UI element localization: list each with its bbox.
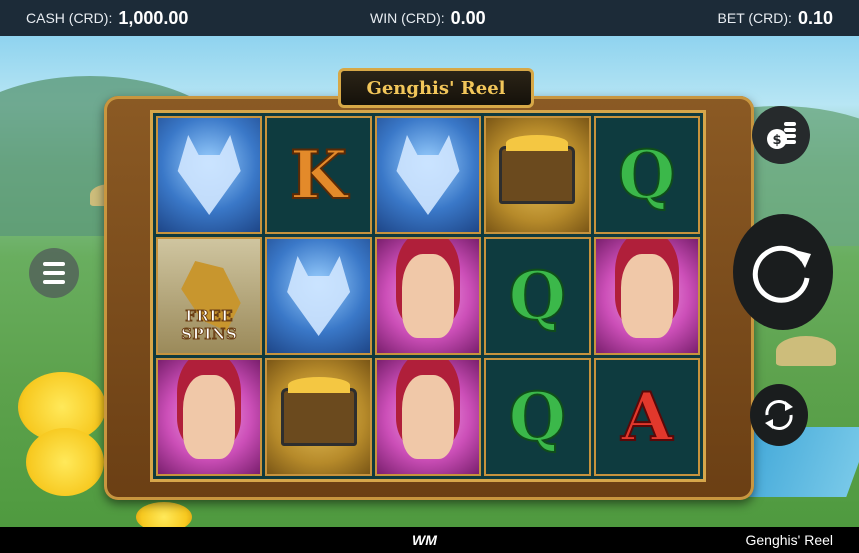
princess-icon — [620, 254, 673, 338]
game-title-plaque: Genghis' Reel — [338, 68, 534, 108]
win-value: 0.00 — [450, 7, 486, 28]
wolf-icon — [287, 256, 351, 336]
symbol-k: K — [265, 116, 372, 234]
wolf-icon — [396, 135, 460, 215]
symbol-q: Q — [484, 237, 591, 355]
autoplay-icon — [765, 400, 793, 430]
spin-button[interactable] — [733, 214, 833, 330]
game-title: Genghis' Reel — [366, 77, 506, 99]
q-letter: Q — [617, 135, 676, 215]
provider-logo: WM — [412, 532, 437, 548]
treasure-chest-icon — [280, 377, 357, 446]
footer-game-name: Genghis' Reel — [745, 532, 834, 548]
princess-icon — [401, 375, 454, 459]
symbol-chest — [265, 358, 372, 476]
bottom-bar: WM Genghis' Reel — [0, 527, 859, 553]
win-label: WIN (CRD): — [370, 10, 445, 26]
q-letter: Q — [508, 256, 567, 336]
symbol-princess — [374, 358, 482, 476]
wolf-icon — [177, 135, 241, 215]
symbol-princess — [156, 358, 263, 476]
coins-icon: $ — [767, 122, 796, 149]
bet-label: BET (CRD): — [717, 10, 792, 26]
free-spins-label: FREE SPINS — [181, 307, 238, 344]
autoplay-button[interactable] — [750, 384, 808, 446]
reel-frame: K Q FREE SPINS Q Q A — [104, 96, 754, 500]
menu-icon — [43, 262, 65, 266]
reel-grid: K Q FREE SPINS Q Q A — [150, 110, 706, 482]
bet-value: 0.10 — [797, 7, 833, 28]
bet-settings-button[interactable]: $ — [752, 106, 810, 164]
symbol-q: Q — [593, 116, 700, 234]
symbol-wolf — [374, 116, 482, 234]
cash-value: 1,000.00 — [118, 7, 189, 28]
cash-label: CASH (CRD): — [26, 10, 113, 26]
yurt — [776, 336, 836, 366]
symbol-q: Q — [484, 358, 591, 476]
symbol-wolf — [156, 116, 263, 234]
symbol-a: A — [593, 358, 700, 476]
symbol-free-spins: FREE SPINS — [156, 237, 263, 355]
symbol-princess — [374, 237, 482, 355]
symbol-chest — [484, 116, 591, 234]
treasure-chest-icon — [499, 135, 576, 204]
symbol-princess — [593, 237, 700, 355]
a-letter: A — [620, 377, 673, 457]
bet-display: BET (CRD): 0.10 — [718, 0, 833, 36]
flower — [136, 502, 192, 527]
princess-icon — [401, 254, 454, 338]
symbol-wolf — [265, 237, 372, 355]
cash-display: CASH (CRD): 1,000.00 — [26, 0, 188, 36]
q-letter: Q — [508, 377, 567, 457]
princess-icon — [183, 375, 236, 459]
top-bar: CASH (CRD): 1,000.00 WIN (CRD): 0.00 BET… — [0, 0, 859, 36]
k-letter: K — [289, 135, 348, 215]
win-display: WIN (CRD): 0.00 — [370, 0, 486, 36]
menu-button[interactable] — [29, 248, 79, 298]
svg-text:$: $ — [772, 133, 781, 148]
spin-arrow-icon — [752, 245, 811, 303]
flower — [26, 428, 104, 496]
